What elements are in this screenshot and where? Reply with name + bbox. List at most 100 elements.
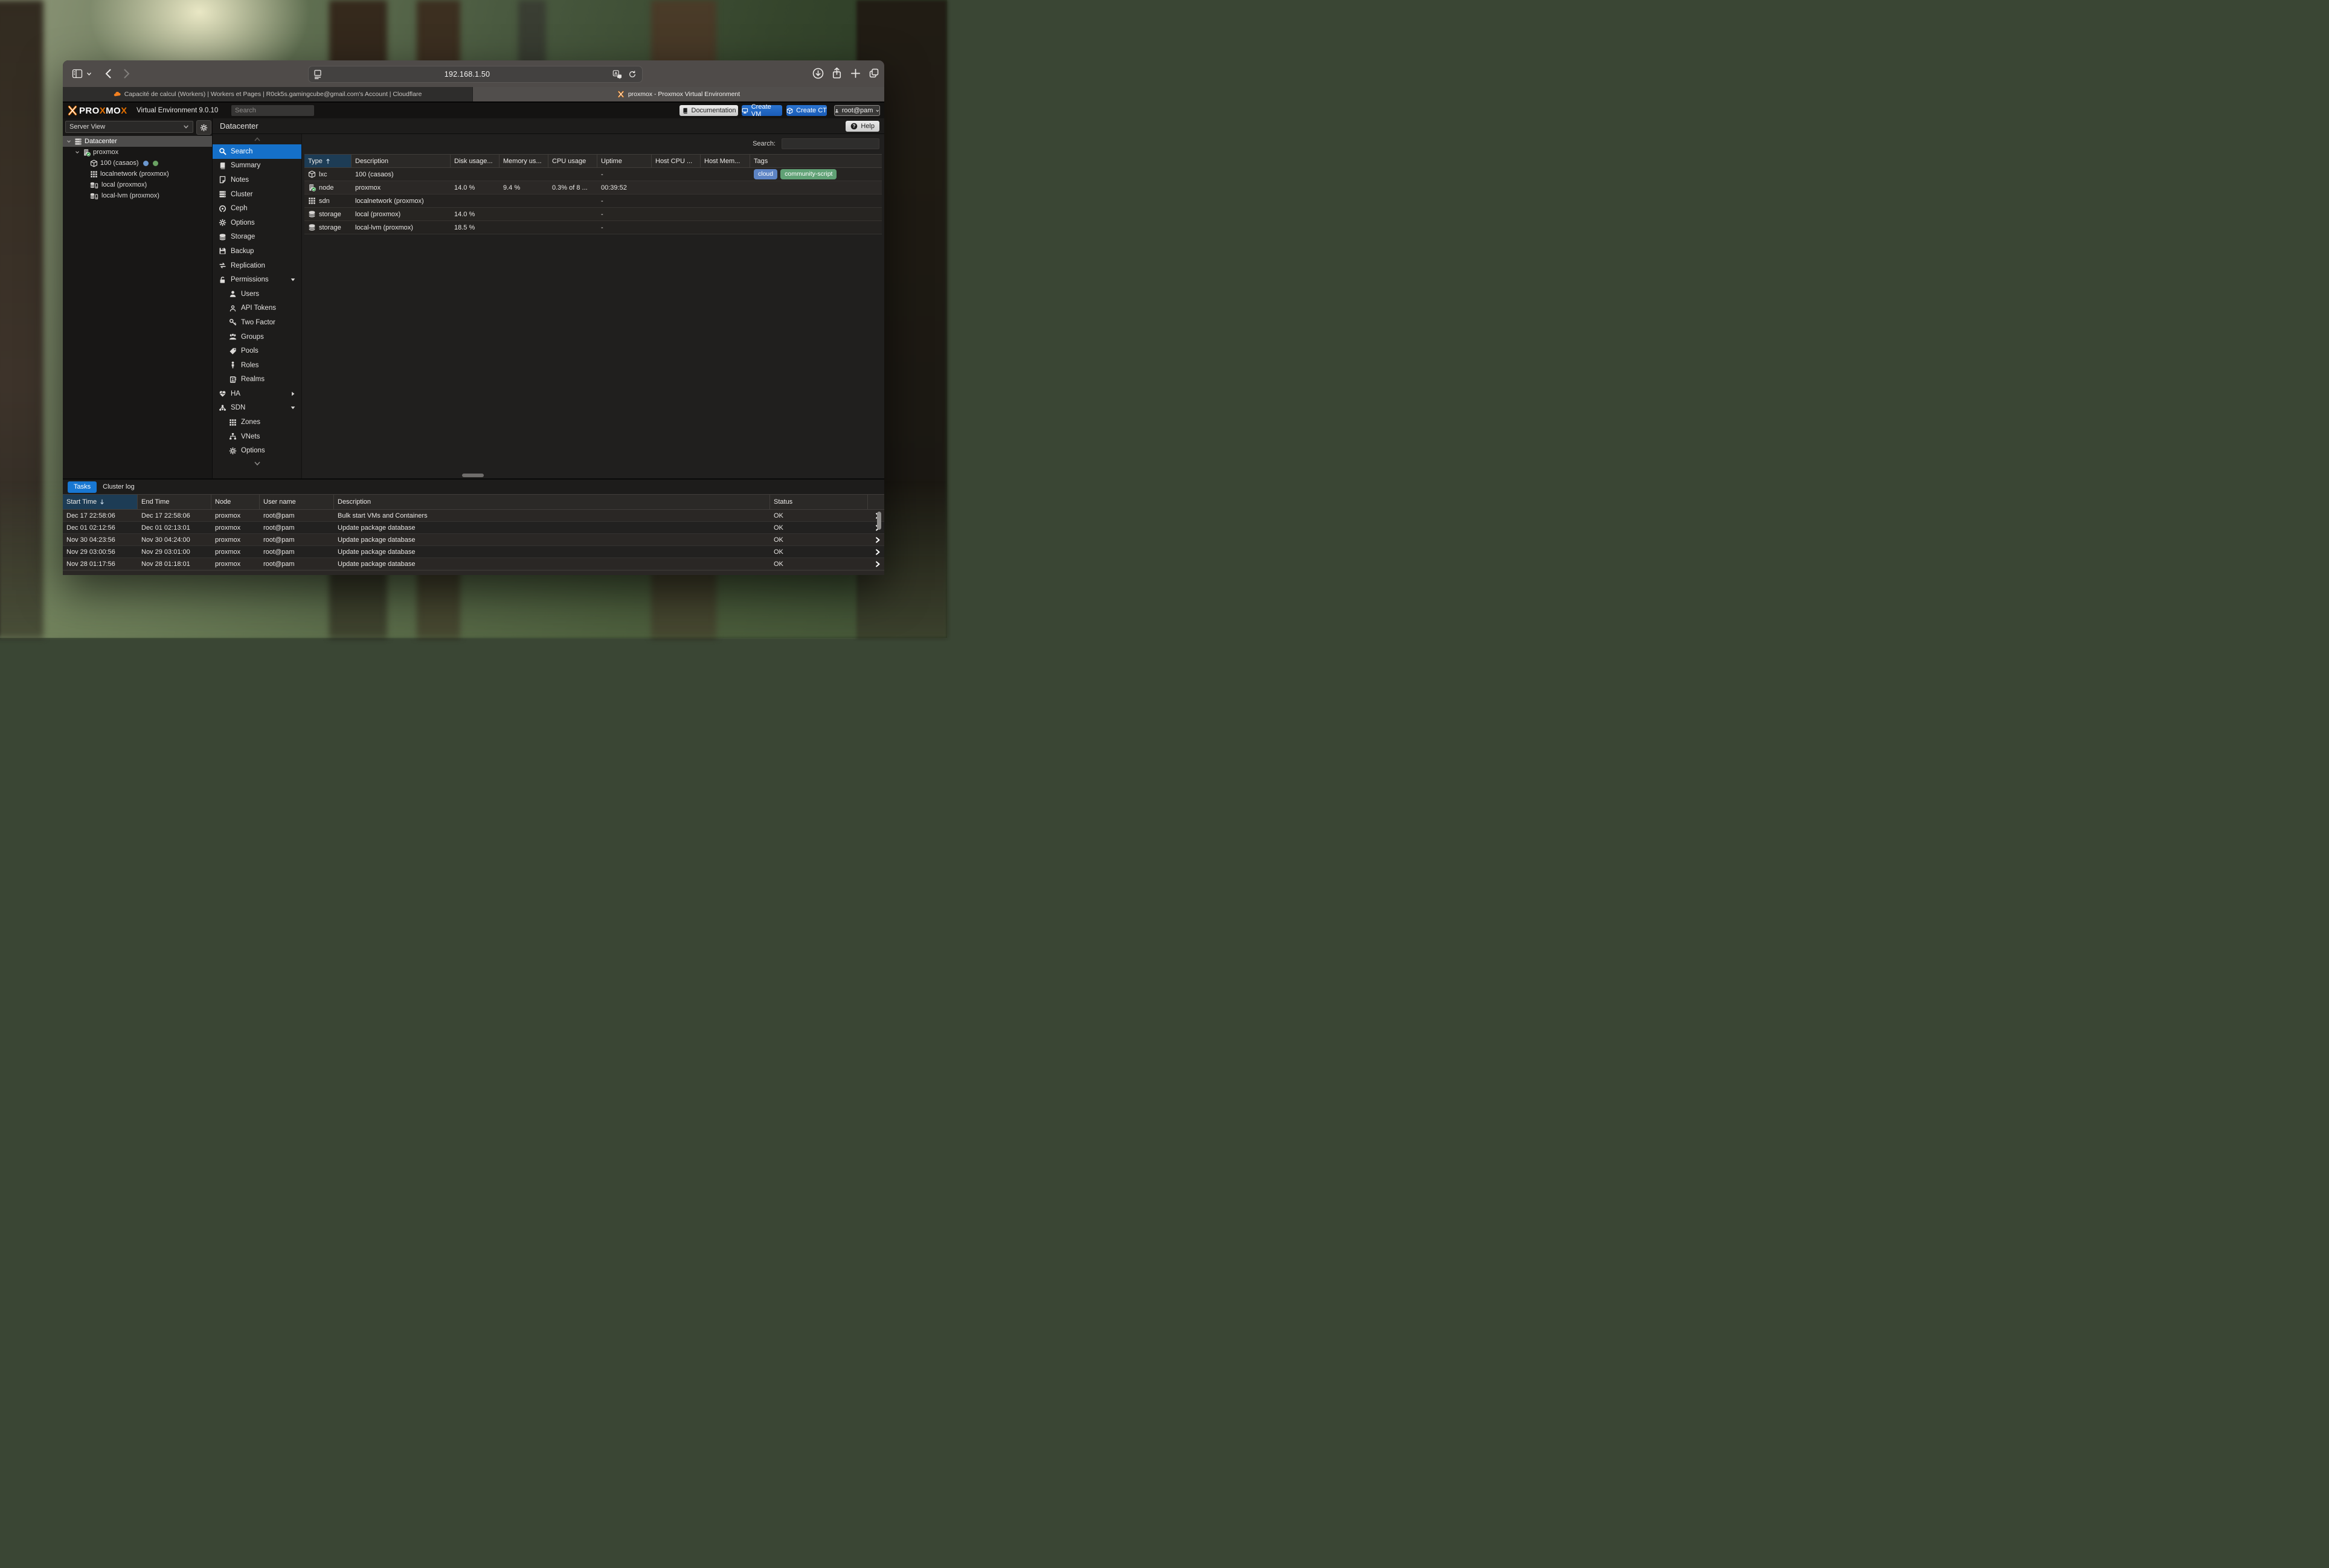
tag-icon bbox=[229, 347, 237, 355]
grid-icon bbox=[229, 419, 237, 426]
column-header-user-name[interactable]: User name bbox=[260, 494, 334, 510]
tab-cluster-log[interactable]: Cluster log bbox=[103, 483, 135, 490]
tree-item-local-storage[interactable]: local (proxmox) bbox=[63, 179, 212, 190]
sidebar-toggle-icon[interactable] bbox=[71, 68, 83, 80]
tree-item-localnetwork[interactable]: localnetwork (proxmox) bbox=[63, 169, 212, 179]
task-detail-chevron-icon[interactable] bbox=[875, 561, 881, 567]
version-label: Virtual Environment 9.0.10 bbox=[137, 107, 218, 114]
tree-item-node-proxmox[interactable]: proxmox bbox=[63, 147, 212, 158]
menu-item-permissions[interactable]: Permissions bbox=[213, 272, 301, 287]
search-panel: Search: Type Description Disk usage... M… bbox=[302, 134, 884, 478]
menu-scroll-down[interactable] bbox=[213, 458, 301, 468]
menu-item-search[interactable]: Search bbox=[213, 144, 301, 159]
task-detail-chevron-icon[interactable] bbox=[875, 549, 881, 555]
tab-overview-icon[interactable] bbox=[868, 67, 880, 79]
horizontal-scrollbar-thumb[interactable] bbox=[462, 474, 484, 477]
column-header-end-time[interactable]: End Time bbox=[138, 494, 211, 510]
global-search-input[interactable] bbox=[231, 105, 314, 116]
column-header-tags[interactable]: Tags bbox=[750, 154, 882, 168]
menu-item-api-tokens[interactable]: API Tokens bbox=[213, 301, 301, 316]
monitor-icon bbox=[742, 108, 748, 114]
tree-settings-button[interactable] bbox=[196, 120, 211, 135]
column-header-start-time[interactable]: Start Time bbox=[63, 494, 138, 510]
sort-asc-icon bbox=[325, 158, 331, 165]
menu-item-backup[interactable]: Backup bbox=[213, 244, 301, 259]
cube-icon bbox=[786, 108, 793, 114]
column-header-description[interactable]: Description bbox=[352, 154, 451, 168]
container-icon bbox=[308, 170, 316, 178]
vertical-scrollbar-thumb[interactable] bbox=[877, 512, 881, 530]
network-icon bbox=[219, 404, 226, 412]
user-menu-button[interactable]: root@pam bbox=[834, 105, 880, 116]
create-ct-button[interactable]: Create CT bbox=[786, 105, 827, 116]
back-icon[interactable] bbox=[103, 68, 115, 80]
tab-tasks[interactable]: Tasks bbox=[68, 481, 97, 493]
expander-icon[interactable] bbox=[74, 149, 80, 155]
menu-item-ceph[interactable]: Ceph bbox=[213, 201, 301, 216]
column-header-uptime[interactable]: Uptime bbox=[597, 154, 652, 168]
menu-item-ha[interactable]: HA bbox=[213, 387, 301, 401]
tree-item-datacenter[interactable]: Datacenter bbox=[63, 136, 212, 147]
menu-item-vnets[interactable]: VNets bbox=[213, 429, 301, 444]
menu-item-sdn-options[interactable]: Options bbox=[213, 443, 301, 458]
tree-item-lxc-100[interactable]: 100 (casaos) bbox=[63, 158, 212, 169]
menu-item-options[interactable]: Options bbox=[213, 216, 301, 230]
reload-icon[interactable] bbox=[628, 70, 637, 79]
forward-icon[interactable] bbox=[120, 68, 132, 80]
new-tab-icon[interactable] bbox=[850, 68, 861, 79]
documentation-button[interactable]: Documentation bbox=[679, 105, 738, 116]
user-outline-icon bbox=[229, 304, 237, 312]
menu-item-cluster[interactable]: Cluster bbox=[213, 187, 301, 202]
question-icon: ? bbox=[850, 123, 858, 130]
menu-item-notes[interactable]: Notes bbox=[213, 173, 301, 187]
proxmox-wordmark: PROXMOX bbox=[79, 106, 127, 116]
tab-proxmox[interactable]: proxmox - Proxmox Virtual Environment bbox=[473, 87, 884, 101]
menu-item-replication[interactable]: Replication bbox=[213, 259, 301, 273]
note-icon bbox=[219, 176, 226, 184]
svg-text:A: A bbox=[614, 71, 618, 76]
gear-icon bbox=[229, 447, 237, 455]
storage-icon bbox=[219, 233, 226, 241]
menu-item-two-factor[interactable]: Two Factor bbox=[213, 315, 301, 330]
column-header-status[interactable]: Status bbox=[770, 494, 868, 510]
column-header-node[interactable]: Node bbox=[211, 494, 260, 510]
tab-strip: Capacité de calcul (Workers) | Workers e… bbox=[63, 87, 884, 103]
column-header-description[interactable]: Description bbox=[334, 494, 770, 510]
column-header-cpu[interactable]: CPU usage bbox=[548, 154, 597, 168]
address-bar[interactable]: 192.168.1.50 A bbox=[308, 66, 643, 83]
column-header-memory[interactable]: Memory us... bbox=[500, 154, 548, 168]
help-button[interactable]: ? Help bbox=[846, 121, 879, 132]
menu-item-sdn[interactable]: SDN bbox=[213, 401, 301, 416]
url-text[interactable]: 192.168.1.50 bbox=[322, 70, 612, 79]
menu-item-realms[interactable]: Realms bbox=[213, 373, 301, 387]
proxmox-favicon bbox=[617, 91, 625, 98]
view-selector[interactable]: Server View bbox=[65, 121, 193, 133]
translate-icon[interactable]: A bbox=[612, 69, 622, 79]
column-header-disk[interactable]: Disk usage... bbox=[451, 154, 500, 168]
menu-item-users[interactable]: Users bbox=[213, 287, 301, 301]
expander-icon[interactable] bbox=[66, 138, 72, 144]
share-icon[interactable] bbox=[830, 66, 843, 80]
menu-item-pools[interactable]: Pools bbox=[213, 344, 301, 358]
menu-item-groups[interactable]: Groups bbox=[213, 330, 301, 344]
resource-search-input[interactable] bbox=[782, 138, 879, 149]
sidebar-chevron-down-icon[interactable] bbox=[86, 71, 92, 77]
menu-item-storage[interactable]: Storage bbox=[213, 230, 301, 245]
datacenter-menu: Search Summary Notes Cluster Ceph Option… bbox=[213, 134, 302, 478]
create-vm-button[interactable]: Create VM bbox=[742, 105, 782, 116]
column-header-hostcpu[interactable]: Host CPU ... bbox=[652, 154, 701, 168]
downloads-icon[interactable] bbox=[812, 67, 824, 80]
menu-item-summary[interactable]: Summary bbox=[213, 159, 301, 173]
column-header-hostmem[interactable]: Host Mem... bbox=[701, 154, 750, 168]
task-detail-chevron-icon[interactable] bbox=[875, 537, 881, 543]
chevron-down-icon bbox=[254, 460, 261, 467]
menu-item-zones[interactable]: Zones bbox=[213, 415, 301, 429]
menu-scroll-up[interactable] bbox=[213, 134, 301, 144]
gear-icon bbox=[219, 219, 226, 227]
search-icon bbox=[219, 147, 226, 155]
tree-item-local-lvm-storage[interactable]: local-lvm (proxmox) bbox=[63, 190, 212, 201]
tab-cloudflare[interactable]: Capacité de calcul (Workers) | Workers e… bbox=[63, 87, 473, 101]
menu-item-roles[interactable]: Roles bbox=[213, 358, 301, 373]
app-header: PROXMOX Virtual Environment 9.0.10 Docum… bbox=[63, 103, 884, 118]
column-header-type[interactable]: Type bbox=[304, 154, 352, 168]
